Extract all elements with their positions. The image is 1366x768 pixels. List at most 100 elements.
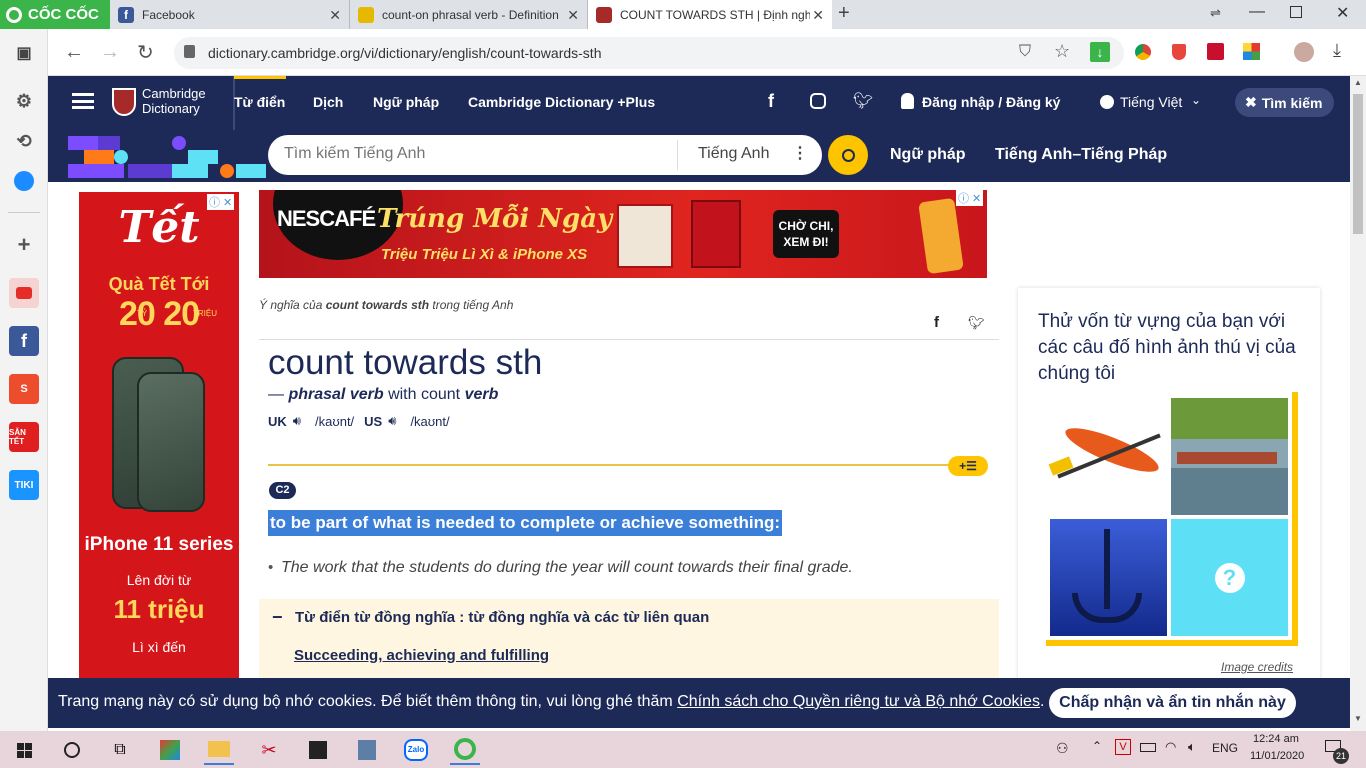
- reload-icon[interactable]: ↻: [137, 40, 154, 65]
- share-twitter-icon[interactable]: 🐦︎: [968, 315, 985, 331]
- new-tab-button[interactable]: +: [838, 2, 850, 25]
- subnav-english-french[interactable]: Tiếng Anh–Tiếng Pháp: [995, 146, 1167, 164]
- search-submit-button[interactable]: [828, 135, 868, 175]
- cookie-policy-link[interactable]: Chính sách cho Quyền riêng tư và Bộ nhớ …: [677, 693, 1040, 710]
- subnav-grammar[interactable]: Ngữ pháp: [890, 146, 966, 164]
- pronunciation: UK 🔊︎ /kaʊnt/ US 🔊︎ /kaʊnt/: [268, 413, 450, 429]
- quiz-image-barge[interactable]: [1171, 398, 1288, 515]
- nav-grammar[interactable]: Ngữ pháp: [373, 94, 439, 110]
- close-window-button[interactable]: ✕: [1336, 3, 1349, 23]
- sidebar-panel-icon[interactable]: ▣: [9, 38, 39, 68]
- settings-icon[interactable]: ⚙: [9, 86, 39, 116]
- ad-left-banner[interactable]: ⓘ ✕ Tết Quà Tết Tới 20 20 TỶ TRIỆU iPhon…: [79, 192, 239, 678]
- extension-shield-icon[interactable]: [1172, 44, 1186, 60]
- tab-count-towards[interactable]: COUNT TOWARDS STH | Định nghĩ ✕: [588, 0, 832, 29]
- tab-facebook[interactable]: f Facebook ✕: [110, 0, 350, 29]
- tray-app-icon[interactable]: V: [1115, 739, 1131, 755]
- more-options-icon[interactable]: ⋮: [792, 143, 808, 163]
- search-toggle-button[interactable]: ✖ Tìm kiếm: [1235, 88, 1334, 117]
- wifi-icon[interactable]: ◠: [1165, 739, 1176, 755]
- extension-color-icon[interactable]: [1243, 43, 1260, 60]
- site-logo[interactable]: Cambridge Dictionary: [142, 86, 206, 116]
- windows-start-icon[interactable]: [9, 735, 39, 765]
- download-icon[interactable]: ↓: [1090, 42, 1110, 62]
- task-view-icon[interactable]: ⧉: [105, 735, 135, 765]
- instagram-icon[interactable]: [810, 93, 826, 109]
- file-explorer-icon[interactable]: [204, 735, 234, 765]
- tiki-icon[interactable]: TIKI: [9, 470, 39, 500]
- close-icon[interactable]: ✕: [812, 7, 824, 24]
- cookie-accept-button[interactable]: Chấp nhận và ẩn tin nhắn này: [1049, 688, 1296, 718]
- page-scrollbar[interactable]: ▲ ▼: [1350, 76, 1366, 731]
- tab-search-icon[interactable]: ⇌: [1210, 5, 1221, 21]
- app-snip-icon[interactable]: ✂: [254, 735, 284, 765]
- coccoc-taskbar-icon[interactable]: [450, 735, 480, 765]
- login-link[interactable]: Đăng nhập / Đăng ký: [922, 94, 1060, 110]
- facebook-icon[interactable]: f: [9, 326, 39, 356]
- close-icon[interactable]: ✕: [329, 7, 341, 24]
- back-icon[interactable]: ←: [64, 41, 84, 64]
- nav-translate[interactable]: Dịch: [313, 94, 343, 110]
- clock-time[interactable]: 12:24 am: [1253, 733, 1299, 745]
- share-facebook-icon[interactable]: f: [934, 314, 939, 331]
- quiz-image-kayak[interactable]: [1048, 398, 1167, 515]
- nav-plus[interactable]: Cambridge Dictionary +Plus: [468, 94, 655, 110]
- scroll-down-icon[interactable]: ▼: [1354, 714, 1362, 723]
- address-bar[interactable]: dictionary.cambridge.org/vi/dictionary/e…: [174, 37, 1124, 69]
- ad-close-icon[interactable]: ⓘ ✕: [956, 190, 984, 206]
- image-credits-link[interactable]: Image credits: [1221, 660, 1293, 674]
- volume-icon[interactable]: 🔈︎: [1188, 739, 1196, 755]
- sendo-icon[interactable]: SĂN TẾT: [9, 422, 39, 452]
- nav-dictionary[interactable]: Từ điển: [234, 94, 285, 110]
- ad-brand: NESCAFÉ: [277, 206, 376, 231]
- app-paint-icon[interactable]: [155, 735, 185, 765]
- minimize-button[interactable]: —: [1249, 3, 1265, 21]
- search-input[interactable]: [284, 145, 664, 163]
- quiz-image-anchor[interactable]: [1050, 519, 1167, 636]
- facebook-icon[interactable]: f: [768, 91, 774, 112]
- menu-icon[interactable]: [72, 93, 94, 109]
- youtube-icon[interactable]: [9, 278, 39, 308]
- scroll-thumb[interactable]: [1353, 94, 1363, 234]
- battery-icon[interactable]: [1140, 743, 1156, 752]
- app-tools-icon[interactable]: [352, 735, 382, 765]
- thesaurus-title[interactable]: Từ điển từ đồng nghĩa : từ đồng nghĩa và…: [295, 609, 709, 626]
- collapse-icon[interactable]: −: [272, 607, 283, 628]
- thesaurus-link[interactable]: Succeeding, achieving and fulfilling: [294, 647, 549, 664]
- dataset-select[interactable]: Tiếng Anh: [698, 145, 769, 163]
- shield-icon[interactable]: ⛉: [1019, 43, 1031, 61]
- tray-chevron-icon[interactable]: ⌃: [1092, 739, 1102, 753]
- app-sticky-icon[interactable]: [303, 735, 333, 765]
- add-icon[interactable]: +: [9, 230, 39, 260]
- star-icon[interactable]: ☆: [1054, 41, 1070, 62]
- extension-chrome-icon[interactable]: [1135, 44, 1151, 60]
- input-language[interactable]: ENG: [1212, 741, 1238, 755]
- logo-line2: Dictionary: [142, 101, 200, 116]
- people-icon[interactable]: ⚇: [1056, 740, 1069, 757]
- quiz-title[interactable]: Thử vốn từ vựng của bạn với các câu đố h…: [1038, 309, 1298, 387]
- ad-cta-button[interactable]: CHỜ CHI, XEM ĐI!: [773, 210, 839, 258]
- zalo-icon[interactable]: Zalo: [401, 735, 431, 765]
- language-select[interactable]: Tiếng Việt: [1120, 94, 1182, 110]
- close-icon[interactable]: ✕: [567, 7, 579, 24]
- maximize-button[interactable]: [1290, 6, 1302, 18]
- forward-icon[interactable]: →: [100, 41, 120, 64]
- cookie-period: .: [1039, 693, 1045, 710]
- twitter-icon[interactable]: 🐦︎: [853, 91, 873, 111]
- messenger-icon[interactable]: [9, 166, 39, 196]
- coccoc-logo[interactable]: CỐC CỐC: [0, 0, 110, 29]
- tab-count-on[interactable]: count-on phrasal verb - Definition ✕: [350, 0, 588, 29]
- history-icon[interactable]: ⟲: [9, 126, 39, 156]
- extension-red-icon[interactable]: [1207, 43, 1224, 60]
- downloads-icon[interactable]: ⤓: [1333, 40, 1341, 61]
- shopee-icon[interactable]: S: [9, 374, 39, 404]
- scroll-up-icon[interactable]: ▲: [1354, 78, 1362, 87]
- speaker-uk-icon[interactable]: 🔊︎: [293, 413, 301, 429]
- add-to-list-button[interactable]: +☰: [948, 456, 988, 476]
- profile-avatar[interactable]: [1294, 42, 1314, 62]
- search-icon[interactable]: [57, 735, 87, 765]
- ad-nescafe-banner[interactable]: NESCAFÉ Trúng Mỗi Ngày Triệu Triệu Lì Xì…: [259, 190, 987, 278]
- speaker-us-icon[interactable]: 🔊︎: [388, 413, 396, 429]
- clock-date[interactable]: 11/01/2020: [1250, 750, 1304, 762]
- quiz-image-unknown[interactable]: ?: [1171, 519, 1288, 636]
